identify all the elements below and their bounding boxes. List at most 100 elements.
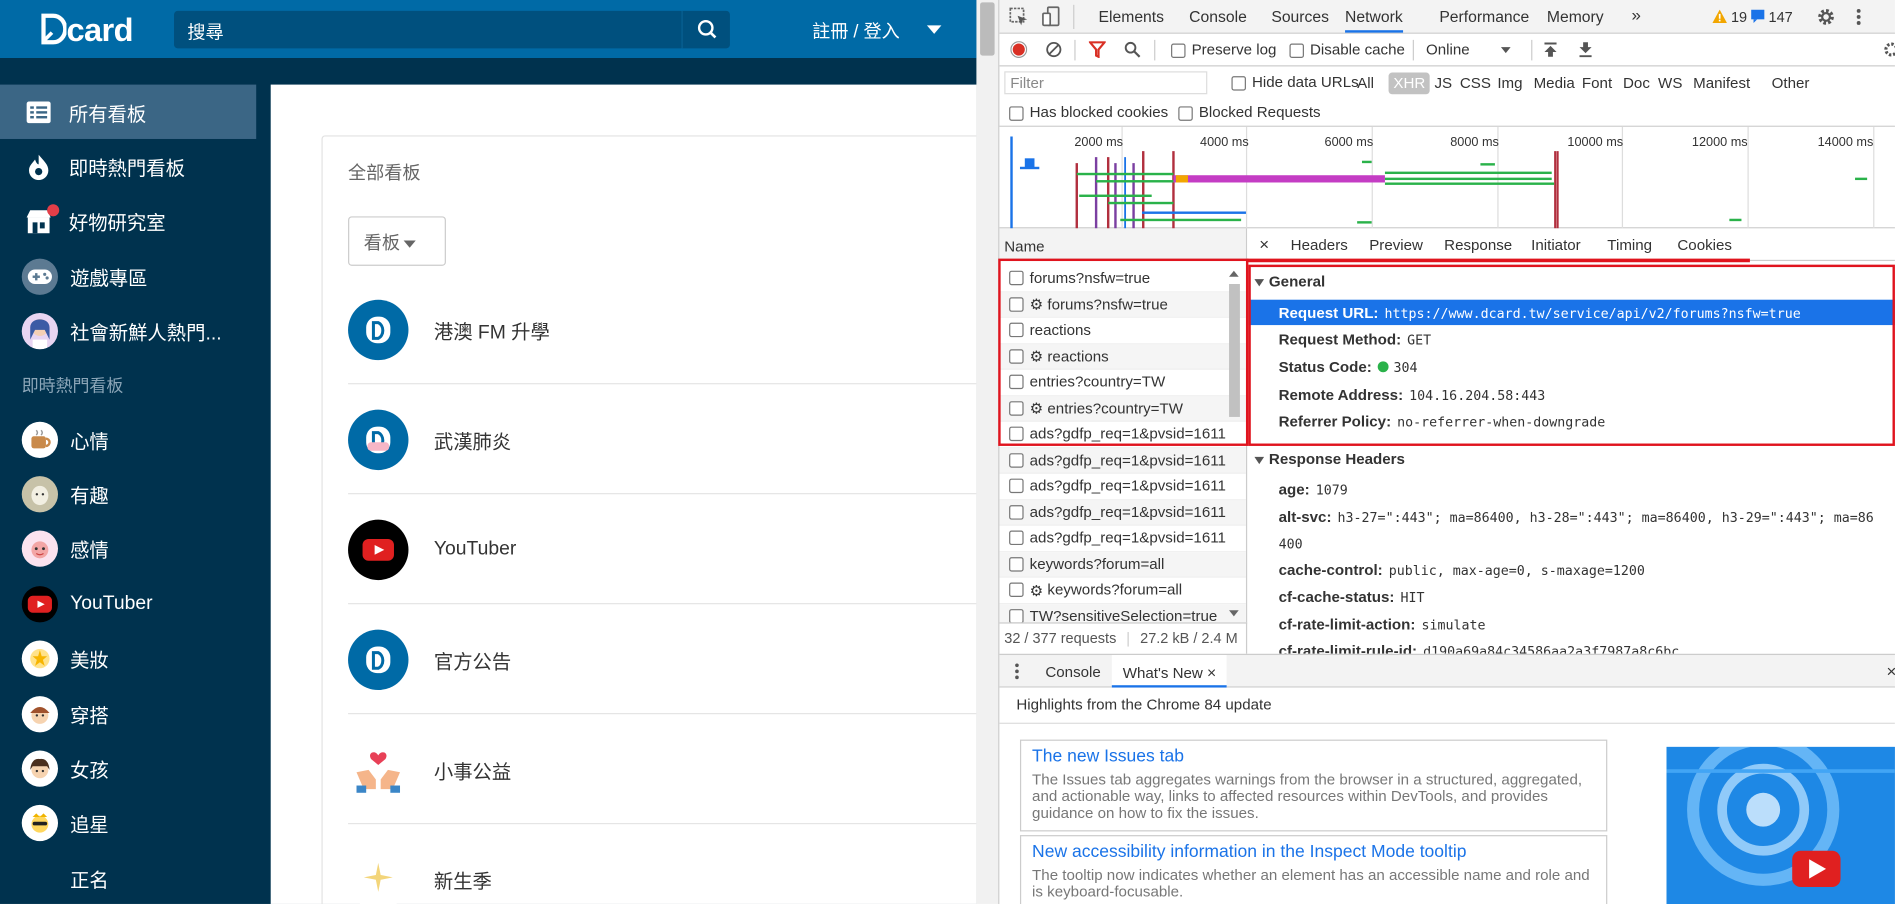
close-drawer-icon[interactable]: × <box>1886 661 1895 680</box>
whats-new-card[interactable]: New accessibility information in the Ins… <box>1019 835 1608 904</box>
type-filter-doc[interactable]: Doc <box>1623 75 1650 92</box>
sidebar-item-new-grads[interactable]: 社會新鮮人熱門... <box>0 304 256 359</box>
sidebar-board-girls[interactable]: 女孩 <box>0 741 256 796</box>
request-row[interactable]: TW?sensitiveSelection=true <box>999 603 1246 623</box>
sidebar-item-all-forums[interactable]: 所有看板 <box>0 84 257 140</box>
sidebar-board-idols[interactable]: 追星 <box>0 796 256 851</box>
video-thumbnail[interactable] <box>1666 746 1895 904</box>
preserve-log-checkbox[interactable]: Preserve log <box>1171 41 1276 58</box>
sidebar-board-relationship[interactable]: 感情 <box>0 522 256 577</box>
response-header-row[interactable]: cf-rate-limit-rule-id: d190a69a84c34586aa… <box>1279 643 1680 654</box>
tab-memory[interactable]: Memory <box>1547 7 1604 25</box>
clear-icon[interactable] <box>1045 41 1062 58</box>
response-headers-section-header[interactable]: Response Headers <box>1254 451 1405 468</box>
response-header-row[interactable]: cache-control: public, max-age=0, s-maxag… <box>1279 562 1645 579</box>
inspect-element-icon[interactable] <box>1009 7 1028 26</box>
forum-row[interactable]: 官方公告 <box>348 605 977 715</box>
type-filter-all[interactable]: All <box>1357 75 1374 92</box>
sidebar-board-outfit[interactable]: 穿搭 <box>0 686 256 741</box>
tab-headers[interactable]: Headers <box>1291 237 1348 254</box>
scroll-down-icon[interactable] <box>1229 610 1239 617</box>
search-icon[interactable] <box>1124 41 1141 58</box>
sidebar-board-youtuber[interactable]: YouTuber <box>0 577 256 632</box>
filter-icon[interactable] <box>1088 41 1106 59</box>
blocked-requests-checkbox[interactable]: Blocked Requests <box>1178 104 1321 121</box>
board-select[interactable]: 看板 <box>348 216 446 266</box>
search-button[interactable] <box>681 10 730 49</box>
sidebar-board-more[interactable]: 正名 <box>0 851 256 904</box>
warnings-counter[interactable]: 19 147 <box>1712 8 1793 25</box>
sidebar-board-makeup[interactable]: 美妝 <box>0 631 256 686</box>
type-filter-ws[interactable]: WS <box>1658 75 1682 92</box>
forum-row[interactable]: 港澳 FM 升學 <box>348 276 977 385</box>
tab-network[interactable]: Network <box>1345 7 1403 33</box>
more-tabs-button[interactable]: » <box>1631 5 1640 24</box>
forum-row[interactable]: YouTuber <box>348 495 977 605</box>
tab-initiator[interactable]: Initiator <box>1531 237 1581 254</box>
import-har-icon[interactable] <box>1542 41 1559 58</box>
tab-elements[interactable]: Elements <box>1099 7 1165 25</box>
type-filter-font[interactable]: Font <box>1582 75 1612 92</box>
scrollbar-thumb[interactable] <box>980 2 995 56</box>
device-toolbar-icon[interactable] <box>1042 6 1061 27</box>
type-filter-media[interactable]: Media <box>1534 75 1575 92</box>
drawer-tab-console[interactable]: Console <box>1045 663 1100 680</box>
sidebar-board-fun[interactable]: 有趣 <box>0 467 256 522</box>
drawer-tab-whats-new[interactable]: What's New × <box>1111 655 1228 688</box>
card-title[interactable]: The new Issues tab <box>1032 747 1595 766</box>
tab-timing[interactable]: Timing <box>1607 237 1652 254</box>
checkbox[interactable] <box>1171 43 1186 58</box>
type-filter-other[interactable]: Other <box>1772 75 1810 92</box>
has-blocked-cookies-checkbox[interactable]: Has blocked cookies <box>1009 104 1168 121</box>
throttling-select[interactable]: Online <box>1426 41 1470 58</box>
network-settings-gear-icon[interactable] <box>1883 41 1895 58</box>
close-icon[interactable]: × <box>1259 234 1269 253</box>
record-icon[interactable] <box>1010 41 1028 59</box>
filter-input[interactable]: Filter <box>1004 71 1208 95</box>
disable-cache-checkbox[interactable]: Disable cache <box>1289 41 1405 58</box>
tab-preview[interactable]: Preview <box>1369 237 1423 254</box>
forum-row[interactable]: 武漢肺炎 <box>348 386 977 495</box>
chevron-down-icon[interactable] <box>926 25 942 34</box>
card-title[interactable]: New accessibility information in the Ins… <box>1032 842 1595 861</box>
tab-response[interactable]: Response <box>1444 237 1512 254</box>
kebab-menu-icon[interactable] <box>1855 7 1862 26</box>
close-icon[interactable]: × <box>1207 663 1216 681</box>
type-filter-manifest[interactable]: Manifest <box>1693 75 1750 92</box>
sidebar-item-goods-lab[interactable]: 好物研究室 <box>0 194 256 249</box>
sidebar-item-hot-forums[interactable]: 即時熱門看板 <box>0 139 256 194</box>
forum-row[interactable]: 小事公益 <box>348 715 977 825</box>
response-header-row[interactable]: cf-rate-limit-action: simulate <box>1279 616 1486 633</box>
response-header-row[interactable]: alt-svc: h3-27=":443"; ma=86400, h3-28=":… <box>1279 509 1874 526</box>
checkbox[interactable] <box>1178 105 1193 121</box>
dcard-logo[interactable]: card <box>40 12 134 49</box>
tab-cookies[interactable]: Cookies <box>1677 237 1732 254</box>
response-header-row[interactable]: cf-cache-status: HIT <box>1279 589 1425 606</box>
checkbox[interactable] <box>1231 75 1246 91</box>
tab-console[interactable]: Console <box>1189 7 1247 25</box>
login-link[interactable]: 註冊 / 登入 <box>812 18 900 43</box>
sidebar-item-games[interactable]: 遊戲專區 <box>0 249 256 304</box>
forum-row[interactable]: 新生季 <box>348 825 976 904</box>
network-overview[interactable]: 2000 ms 4000 ms 6000 ms 8000 ms 10000 ms… <box>999 126 1895 229</box>
checkbox[interactable] <box>1289 43 1304 58</box>
type-filter-js[interactable]: JS <box>1434 75 1452 92</box>
chevron-down-icon[interactable] <box>1500 47 1511 54</box>
export-har-icon[interactable] <box>1577 41 1594 58</box>
whats-new-card[interactable]: The new Issues tab The Issues tab aggreg… <box>1019 739 1608 832</box>
response-header-row[interactable]: age: 1079 <box>1279 481 1348 498</box>
page-scrollbar[interactable] <box>976 0 1000 904</box>
gear-icon[interactable] <box>1816 7 1835 26</box>
request-row[interactable]: ads?gdfp_req=1&pvsid=1611 <box>999 526 1246 552</box>
type-filter-img[interactable]: Img <box>1497 75 1522 92</box>
request-row[interactable]: ⚙ keywords?forum=all <box>999 578 1246 604</box>
type-filter-css[interactable]: CSS <box>1460 75 1491 92</box>
search-input[interactable]: 搜尋 <box>174 10 682 49</box>
hide-data-urls-checkbox[interactable]: Hide data URLs <box>1231 74 1359 91</box>
sidebar-board-mood[interactable]: 心情 <box>0 412 256 467</box>
drawer-menu-icon[interactable] <box>1014 662 1020 680</box>
request-row[interactable]: ads?gdfp_req=1&pvsid=1611 <box>999 499 1246 526</box>
checkbox[interactable] <box>1009 105 1024 121</box>
request-row[interactable]: ads?gdfp_req=1&pvsid=1611 <box>999 447 1246 474</box>
request-row[interactable]: keywords?forum=all <box>999 551 1246 578</box>
